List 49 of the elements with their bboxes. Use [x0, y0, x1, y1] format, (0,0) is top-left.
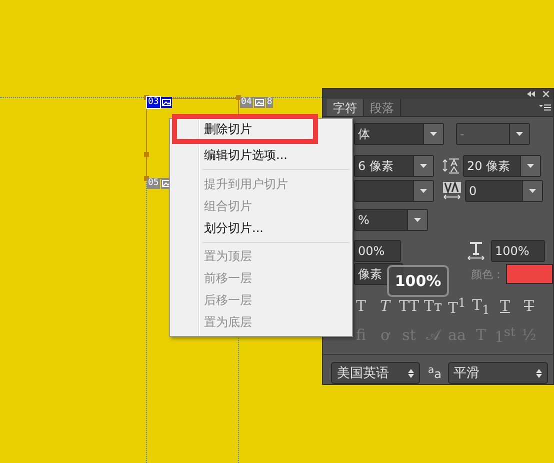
menu-item[interactable]: 删除切片 — [172, 114, 318, 144]
color-label: 颜色： — [470, 266, 506, 282]
tracking-icon — [443, 182, 461, 200]
text-style-button[interactable]: T — [517, 297, 541, 315]
leading-icon — [443, 157, 459, 175]
slice-number: 03 — [147, 97, 160, 108]
collapse-icon[interactable] — [527, 91, 535, 97]
text-style-button[interactable]: T$_{1}$ — [469, 296, 493, 316]
menu-item[interactable]: 划分切片... — [172, 216, 350, 238]
panel-menu-icon[interactable] — [539, 104, 551, 112]
text-style-button[interactable]: T$^{1}$ — [445, 295, 469, 317]
horizontal-scale-field[interactable]: 100% — [491, 240, 545, 262]
antialias-label: $^{a}$a — [428, 365, 442, 381]
font-size-field[interactable]: 6 像素 — [354, 155, 434, 177]
up-down-arrows-icon — [536, 368, 542, 378]
text-style-button[interactable]: T — [373, 297, 397, 315]
leading-field[interactable]: 20 像素 — [463, 155, 541, 177]
slice-handle[interactable] — [144, 152, 149, 157]
close-icon[interactable] — [543, 91, 549, 97]
vertical-scale-field[interactable]: 00% — [354, 240, 401, 262]
font-family-field[interactable]: 体 — [354, 123, 444, 145]
tracking-field[interactable]: 0 — [465, 180, 543, 202]
horizontal-scale-icon — [467, 242, 485, 260]
image-icon — [254, 97, 265, 108]
caret-icon — [430, 132, 437, 136]
text-style-button[interactable]: T — [349, 297, 373, 315]
text-style-button[interactable]: TT — [397, 297, 421, 315]
kerning-field[interactable] — [354, 180, 434, 202]
caret-icon — [420, 164, 427, 168]
language-select[interactable]: 美国英语 — [331, 362, 420, 384]
slice-number: 05 — [147, 178, 160, 189]
caret-icon — [420, 189, 427, 193]
caret-icon — [516, 132, 523, 136]
caret-icon — [414, 218, 421, 222]
image-icon — [160, 97, 172, 108]
text-style-button[interactable]: Tт — [421, 297, 445, 315]
font-style-field[interactable]: - — [456, 123, 530, 145]
menu-item[interactable]: 编辑切片选项... — [172, 144, 350, 166]
tooltip: 100% — [387, 265, 449, 297]
slice-number: 04 — [240, 97, 253, 108]
antialias-select[interactable]: 平滑 — [448, 362, 548, 384]
color-swatch[interactable] — [506, 264, 553, 284]
caret-icon — [529, 189, 536, 193]
panel-tab[interactable]: 字符 — [327, 99, 364, 116]
up-down-arrows-icon — [408, 368, 414, 378]
slice-link-number: 8 — [266, 97, 274, 108]
text-style-button[interactable]: T — [493, 297, 517, 315]
caret-icon — [527, 164, 534, 168]
scale-field[interactable]: % — [354, 209, 428, 231]
